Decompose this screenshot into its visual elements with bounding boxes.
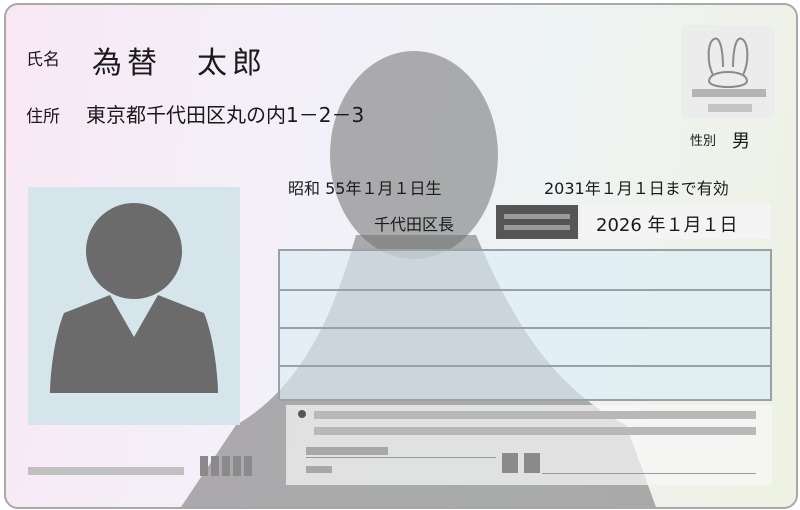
mascot-bar-2	[708, 104, 752, 112]
official-seal	[496, 205, 578, 239]
birth-date: 昭和 55年１月１日生	[288, 179, 442, 198]
name-label: 氏名	[26, 50, 60, 70]
valid-until: 2031年１月１日まで有効	[544, 179, 729, 198]
address-value: 東京都千代田区丸の内1－2－3	[86, 103, 365, 127]
bottom-line-1	[306, 457, 496, 458]
bottom-block-2	[524, 453, 540, 473]
bottom-bar-2	[314, 427, 756, 435]
bottom-bar-4	[306, 466, 332, 473]
bullet-dot	[298, 410, 306, 418]
id-card: 氏名 為替 太郎 住所 東京都千代田区丸の内1－2－3 性別 男 昭和 55年１…	[4, 3, 798, 509]
sex-label: 性別	[690, 134, 717, 149]
photo-area	[28, 187, 240, 425]
barcode-blocks	[200, 456, 252, 476]
bottom-block-1	[502, 453, 518, 473]
bottom-left-bar	[28, 467, 184, 475]
name-value: 為替 太郎	[92, 46, 267, 81]
address-label: 住所	[26, 107, 60, 127]
issuer: 千代田区長	[374, 215, 455, 234]
issue-date: 2026 年１月１日	[596, 215, 738, 236]
bottom-bar-1	[314, 411, 756, 419]
remarks-table	[278, 249, 772, 401]
sex-value: 男	[732, 131, 750, 152]
bottom-line-2	[542, 473, 756, 474]
mascot-bar-1	[692, 89, 766, 97]
person-silhouette-icon	[50, 203, 218, 393]
bottom-bar-3	[306, 447, 388, 455]
